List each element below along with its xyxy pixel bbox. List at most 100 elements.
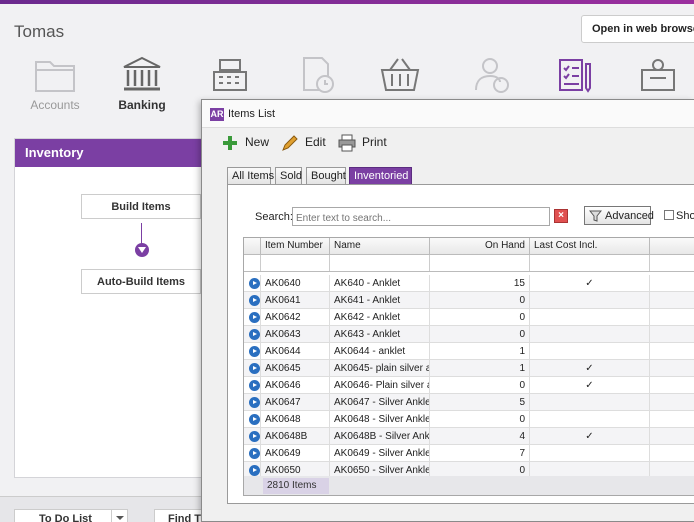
row-zoom-cell[interactable] (244, 411, 261, 428)
bank-icon (123, 56, 161, 91)
zoom-arrow-icon[interactable] (249, 465, 260, 476)
cell-extra (650, 326, 694, 343)
zoom-arrow-icon[interactable] (249, 448, 260, 459)
zoom-arrow-icon[interactable] (249, 278, 260, 289)
table-row[interactable]: AK0647 AK0647 - Silver Anklet 5 (244, 394, 694, 411)
cell-item-number: AK0643 (261, 326, 330, 343)
nav-accounts[interactable]: Accounts (15, 56, 95, 112)
cell-extra (650, 343, 694, 360)
table-row[interactable]: AK0648 AK0648 - Silver Anklet 0 (244, 411, 694, 428)
cell-extra (650, 428, 694, 445)
row-zoom-cell[interactable] (244, 462, 261, 476)
row-zoom-cell[interactable] (244, 394, 261, 411)
tab-bought[interactable]: Bought (306, 167, 346, 184)
to-do-list-button[interactable]: To Do List (14, 509, 128, 522)
row-zoom-cell[interactable] (244, 326, 261, 343)
zoom-arrow-icon[interactable] (249, 380, 260, 391)
auto-build-items-button[interactable]: Auto-Build Items (81, 269, 201, 294)
zoom-arrow-icon[interactable] (249, 346, 260, 357)
table-row[interactable]: AK0646 AK0646- Plain silver an 0 ✓ (244, 377, 694, 394)
row-zoom-cell[interactable] (244, 377, 261, 394)
tab-sold[interactable]: Sold (275, 167, 302, 184)
clear-search-icon[interactable]: × (554, 209, 568, 223)
row-zoom-cell[interactable] (244, 275, 261, 292)
table-row[interactable]: AK0640 AK640 - Anklet 15 ✓ (244, 275, 694, 292)
print-label: Print (362, 135, 387, 150)
filter-item-number[interactable] (261, 255, 330, 271)
new-button[interactable]: New (220, 134, 269, 152)
zoom-arrow-icon[interactable] (249, 312, 260, 323)
open-in-web-browser-button[interactable]: Open in web browser (581, 15, 694, 43)
cell-on-hand: 7 (430, 445, 530, 462)
table-row[interactable]: AK0645 AK0645- plain silver an 1 ✓ (244, 360, 694, 377)
zoom-arrow-icon[interactable] (249, 431, 260, 442)
checklist-pencil-icon (559, 59, 591, 93)
cell-extra (650, 360, 694, 377)
print-button[interactable]: Print (337, 134, 387, 152)
cell-name: AK0648B - Silver Ankle (330, 428, 430, 445)
show-checkbox[interactable]: Show (664, 210, 694, 222)
cell-extra (650, 309, 694, 326)
build-items-button[interactable]: Build Items (81, 194, 201, 219)
cell-name: AK643 - Anklet (330, 326, 430, 343)
zoom-arrow-icon[interactable] (249, 397, 260, 408)
filter-on-hand[interactable] (430, 255, 530, 271)
search-input[interactable] (292, 207, 550, 226)
window-titlebar[interactable]: AR Items List (202, 100, 694, 128)
row-zoom-cell[interactable] (244, 428, 261, 445)
zoom-arrow-icon[interactable] (249, 295, 260, 306)
chevron-down-icon[interactable] (111, 510, 127, 522)
cell-last-cost: ✓ (530, 360, 650, 377)
cell-extra (650, 377, 694, 394)
table-row[interactable]: AK0641 AK641 - Anklet 0 (244, 292, 694, 309)
tab-all-items[interactable]: All Items (227, 167, 274, 184)
nav-purchases[interactable] (360, 56, 440, 94)
cell-item-number: AK0641 (261, 292, 330, 309)
table-row[interactable]: AK0644 AK0644 - anklet 1 (244, 343, 694, 360)
nav-sales[interactable] (190, 56, 270, 94)
inventory-title: Inventory (15, 139, 213, 167)
filter-last-cost[interactable] (530, 255, 650, 271)
table-row[interactable]: AK0648B AK0648B - Silver Ankle 4 ✓ (244, 428, 694, 445)
header-spacer (244, 238, 261, 255)
cell-name: AK0648 - Silver Anklet (330, 411, 430, 428)
column-last-cost[interactable]: Last Cost Incl. (530, 238, 650, 255)
brand-top-stripe (0, 0, 694, 4)
cell-extra (650, 394, 694, 411)
nav-banking-label: Banking (118, 98, 166, 112)
table-row[interactable]: AK0642 AK642 - Anklet 0 (244, 309, 694, 326)
cell-extra (650, 445, 694, 462)
cell-item-number: AK0649 (261, 445, 330, 462)
row-zoom-cell[interactable] (244, 309, 261, 326)
column-item-number[interactable]: Item Number (261, 238, 330, 255)
table-row[interactable]: AK0650 AK0650 - Silver Anklet 0 (244, 462, 694, 476)
zoom-arrow-icon[interactable] (249, 363, 260, 374)
nav-inventory[interactable] (534, 56, 614, 94)
row-zoom-cell[interactable] (244, 292, 261, 309)
zoom-arrow-icon[interactable] (249, 329, 260, 340)
table-row[interactable]: AK0643 AK643 - Anklet 0 (244, 326, 694, 343)
inventory-panel: Inventory Build Items Auto-Build Items (14, 138, 214, 478)
column-extra[interactable] (650, 238, 694, 255)
cell-last-cost (530, 343, 650, 360)
column-name[interactable]: Name (330, 238, 430, 255)
advanced-search-button[interactable]: Advanced (584, 206, 654, 225)
nav-payroll[interactable] (452, 56, 532, 94)
edit-button[interactable]: Edit (280, 134, 326, 152)
zoom-arrow-icon[interactable] (249, 414, 260, 425)
table-row[interactable]: AK0649 AK0649 - Silver Anklet 7 (244, 445, 694, 462)
nav-accounts-label: Accounts (30, 98, 80, 112)
cell-item-number: AK0646 (261, 377, 330, 394)
filter-name[interactable] (330, 255, 430, 271)
column-on-hand[interactable]: On Hand (430, 238, 530, 255)
row-zoom-cell[interactable] (244, 343, 261, 360)
row-zoom-cell[interactable] (244, 445, 261, 462)
plus-icon (223, 136, 237, 150)
nav-banking[interactable]: Banking (102, 56, 182, 112)
nav-card-file[interactable] (618, 56, 694, 94)
flow-arrow-icon (135, 243, 149, 257)
row-zoom-cell[interactable] (244, 360, 261, 377)
tab-inventoried[interactable]: Inventoried (349, 167, 412, 184)
advanced-label: Advanced (605, 210, 654, 222)
nav-time-billing[interactable] (276, 56, 356, 94)
